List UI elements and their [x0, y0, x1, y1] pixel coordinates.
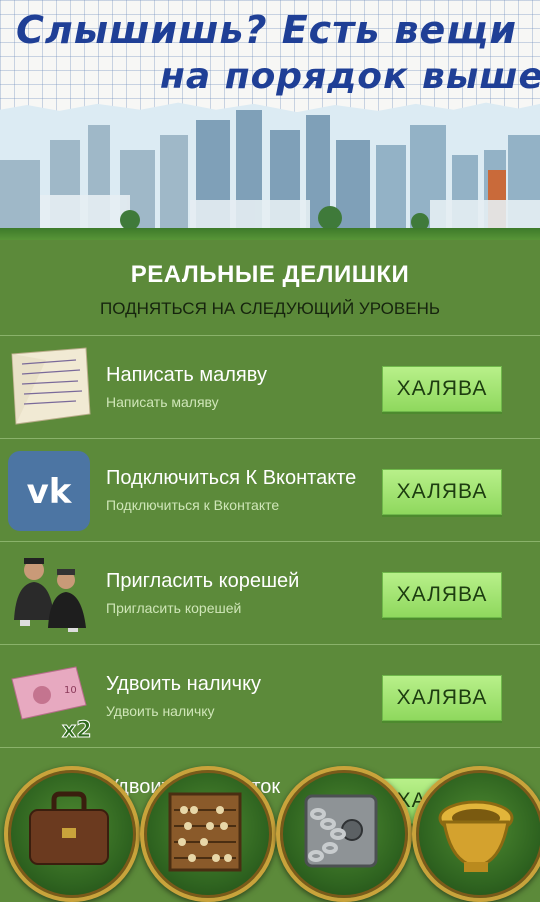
offer-subtitle: Подключиться к Вконтакте: [106, 497, 280, 513]
dock-button-toilet[interactable]: [412, 766, 540, 902]
bottom-dock: [0, 766, 540, 902]
offer-row-vk[interactable]: vk Подключиться К Вконтакте Подключиться…: [0, 438, 540, 541]
free-button[interactable]: ХАЛЯВА: [382, 469, 502, 515]
offer-row-letter[interactable]: Написать маляву Написать маляву ХАЛЯВА: [0, 335, 540, 438]
offer-subtitle: Удвоить наличку: [106, 703, 215, 719]
free-button[interactable]: ХАЛЯВА: [382, 572, 502, 618]
golden-toilet-icon: [438, 800, 514, 872]
banner-title-line1: Слышишь? Есть вещи: [16, 8, 517, 52]
offer-title: Подключиться К Вконтакте: [106, 467, 357, 489]
free-button[interactable]: ХАЛЯВА: [382, 366, 502, 412]
header-banner: Слышишь? Есть вещи на порядок выше!: [0, 0, 540, 240]
dock-button-safe[interactable]: [276, 766, 412, 902]
svg-text:vk: vk: [27, 472, 73, 512]
offer-title: Пригласить корешей: [106, 570, 300, 592]
banner-title-line2: на порядок выше!: [160, 56, 540, 97]
vk-icon: vk: [8, 451, 90, 531]
offer-title: Написать маляву: [106, 364, 267, 386]
offer-row-double-cash[interactable]: 10 x2 Удвоить наличку Удвоить наличку ХА…: [0, 644, 540, 747]
dock-button-abacus[interactable]: [140, 766, 276, 902]
chained-safe-icon: [304, 794, 378, 868]
friends-icon: [14, 558, 86, 632]
abacus-icon: [168, 792, 242, 872]
briefcase-icon: [29, 791, 109, 865]
offer-subtitle: Написать маляву: [106, 394, 219, 410]
offer-row-friends[interactable]: Пригласить корешей Пригласить корешей ХА…: [0, 541, 540, 644]
city-skyline-image: [0, 100, 540, 240]
banknote-x2-icon: 10 x2: [11, 666, 92, 739]
letter-icon: [11, 347, 91, 425]
panel-subheading: ПОДНЯТЬСЯ НА СЛЕДУЮЩИЙ УРОВЕНЬ: [100, 299, 440, 318]
panel-heading: РЕАЛЬНЫЕ ДЕЛИШКИ: [130, 261, 410, 288]
x2-badge: x2: [62, 718, 92, 739]
free-button[interactable]: ХАЛЯВА: [382, 675, 502, 721]
offer-subtitle: Пригласить корешей: [106, 600, 242, 616]
dock-button-briefcase[interactable]: [4, 766, 140, 902]
offer-title: Удвоить наличку: [106, 673, 262, 695]
divider-strip: [0, 228, 540, 240]
svg-text:10: 10: [64, 685, 77, 696]
